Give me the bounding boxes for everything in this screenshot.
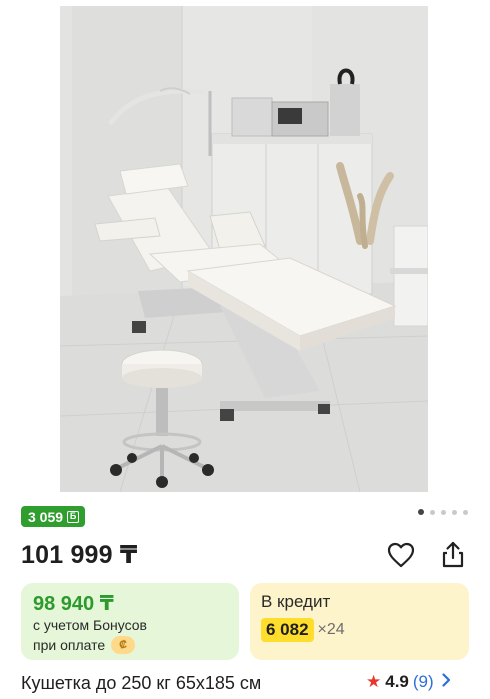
credit-months: ×24 [317,621,345,638]
credit-row: 6 082 ×24 [261,618,345,642]
star-icon: ★ [366,672,382,691]
pager-dot [441,509,446,515]
bonus-badge: 3 059 Б [21,506,86,527]
bonus-price-card[interactable]: 98 940 ₸ с учетом Бонусов при оплате ₡ [21,583,239,660]
bonus-note-line1: с учетом Бонусов [33,617,147,633]
credit-card[interactable]: В кредит 6 082 ×24 [250,583,469,660]
heart-icon [387,542,415,568]
bonus-b-icon: Б [67,510,80,523]
bonus-price: 98 940 ₸ [33,593,114,615]
coin-icon: ₡ [111,636,136,654]
credit-label: В кредит [261,592,331,611]
product-photo[interactable] [60,6,428,492]
gallery-pager [418,509,468,515]
chevron-right-icon [442,672,451,692]
pager-dot [452,509,457,515]
product-gallery[interactable] [0,0,490,498]
product-price: 101 999 ₸ [21,541,138,569]
bonus-note-line2: при оплате ₡ [33,636,136,654]
credit-monthly-amount: 6 082 [261,618,314,642]
product-image [60,6,428,492]
pager-dot [430,509,435,515]
share-icon [442,541,464,568]
product-title: Кушетка до 250 кг 65х185 см [21,673,262,693]
share-button[interactable] [438,540,468,570]
bonus-note-text: при оплате [33,637,106,653]
favorite-button[interactable] [386,540,416,570]
review-count: (9) [412,672,434,691]
rating-score: 4.9 [385,672,409,691]
pager-dot [463,509,468,515]
rating-link[interactable]: ★ 4.9 (9) [366,672,451,692]
bonus-badge-value: 3 059 [28,508,64,525]
pager-dot [418,509,424,515]
